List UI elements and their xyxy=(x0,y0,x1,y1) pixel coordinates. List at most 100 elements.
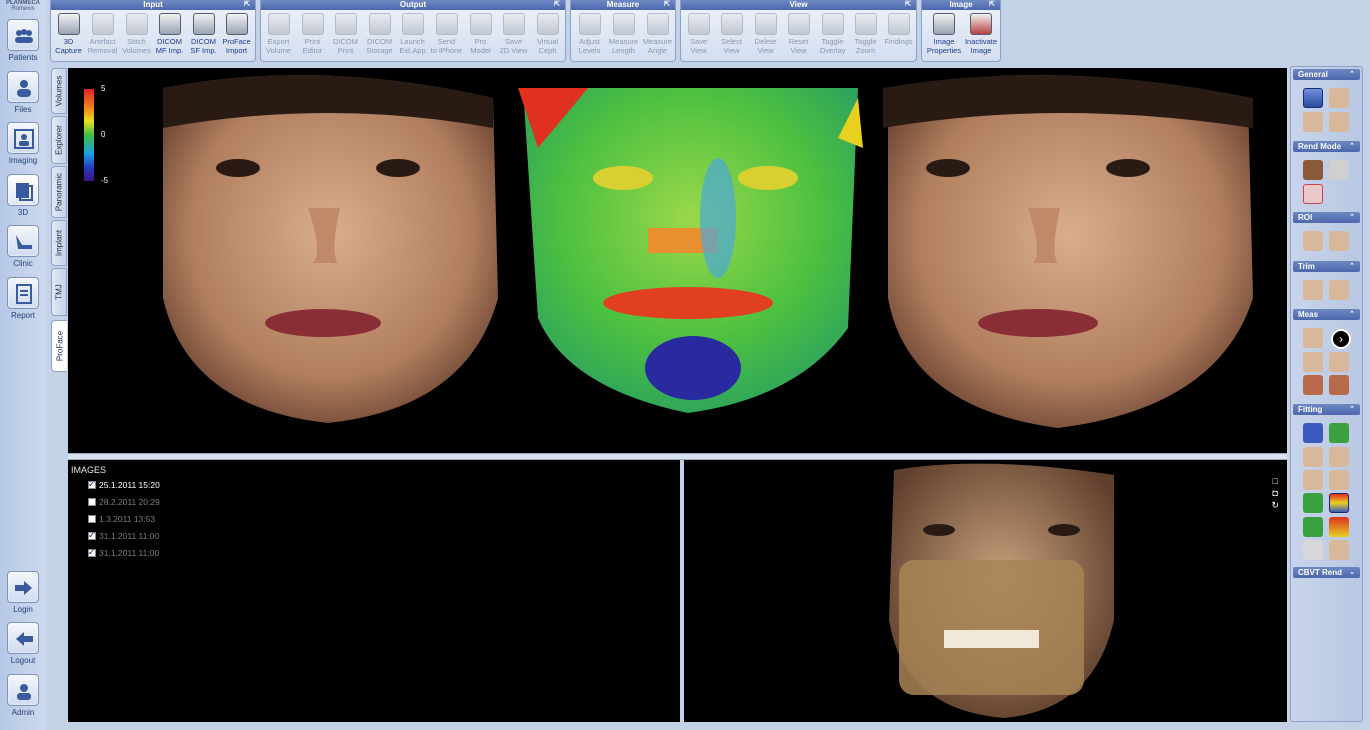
nav-logout-button[interactable]: Logout xyxy=(5,622,41,665)
nav-patients-button[interactable]: Patients xyxy=(5,19,41,62)
image-list-item[interactable]: 31.1.2011 11:00 xyxy=(88,547,159,560)
roi-select-icon[interactable] xyxy=(1329,231,1349,251)
collapse-icon[interactable]: ⌃ xyxy=(1349,212,1355,223)
meas-distance-icon[interactable] xyxy=(1303,352,1323,372)
image-checkbox[interactable] xyxy=(88,515,96,523)
section-trim[interactable]: Trim ⌃ xyxy=(1293,261,1360,272)
tool-dicom-print[interactable]: DICOM Print xyxy=(329,13,362,55)
section-general[interactable]: General ⌃ xyxy=(1293,69,1360,80)
collapse-icon[interactable]: ⌃ xyxy=(1349,261,1355,272)
pin-icon[interactable]: ⇱ xyxy=(905,0,911,10)
image-checkbox[interactable] xyxy=(88,479,96,490)
tool-measure-angle[interactable]: Measure Angle xyxy=(641,13,674,55)
pin-icon[interactable]: ⇱ xyxy=(989,0,995,10)
general-pen-tool-icon[interactable] xyxy=(1329,88,1349,108)
tool-adjust-levels[interactable]: Adjust Levels xyxy=(573,13,606,55)
meas-landmarks-icon[interactable] xyxy=(1303,375,1323,395)
3d-view[interactable]: 5 0 -5 xyxy=(68,68,1287,453)
nav-imaging-button[interactable]: Imaging xyxy=(5,122,41,165)
collapse-icon[interactable]: ⌃ xyxy=(1349,404,1355,415)
fitting-add-green-icon[interactable] xyxy=(1329,423,1349,443)
fitting-color-icon[interactable] xyxy=(1303,493,1323,513)
section-cbvt-rend[interactable]: CBVT Rend ⌄ xyxy=(1293,567,1360,578)
tool-toggle-overlay[interactable]: Toggle Overlay xyxy=(816,13,849,55)
tool-virtual-ceph[interactable]: Virtual Ceph xyxy=(531,13,564,55)
tool-proface-import[interactable]: ProFace Import xyxy=(220,13,253,55)
fitting-overlay-icon[interactable] xyxy=(1303,470,1323,490)
tool-inactivate-image[interactable]: Inactivate Image xyxy=(962,13,1000,55)
tool-export-volume[interactable]: Export Volume xyxy=(262,13,295,55)
tool-save-view[interactable]: Save View xyxy=(682,13,715,55)
tool-toggle-zoom[interactable]: Toggle Zoom xyxy=(849,13,882,55)
roi-face-icon[interactable] xyxy=(1303,231,1323,251)
image-list-item[interactable]: 25.1.2011 15:20 xyxy=(88,479,160,492)
collapse-icon[interactable]: ⌃ xyxy=(1349,309,1355,320)
tool-dicom-storage[interactable]: DICOM Storage xyxy=(363,13,396,55)
fitting-heatmap-icon[interactable] xyxy=(1329,493,1349,513)
section-fitting[interactable]: Fitting ⌃ xyxy=(1293,404,1360,415)
pin-icon[interactable]: ⇱ xyxy=(554,0,560,10)
tab-proface[interactable]: ProFace xyxy=(51,320,67,372)
rotate-icon[interactable]: ↻ xyxy=(1271,499,1279,511)
preview-panel[interactable]: □ ◘ ↻ xyxy=(684,460,1287,722)
tab-panoramic[interactable]: Panoramic xyxy=(51,166,67,218)
tool-dicom-mf-import[interactable]: DICOM MF Imp. xyxy=(153,13,186,55)
general-compare-tool-icon[interactable] xyxy=(1329,112,1349,132)
tool-reset-view[interactable]: Reset View xyxy=(782,13,815,55)
nav-login-button[interactable]: Login xyxy=(5,571,41,614)
tool-artefact-removal[interactable]: Artefact Removal xyxy=(86,13,119,55)
image-list-item[interactable]: 1.3.2011 13:53 xyxy=(88,514,155,526)
meas-lines-icon[interactable] xyxy=(1329,375,1349,395)
image-checkbox[interactable] xyxy=(88,530,96,541)
tool-send-to-iphone[interactable]: Send to iPhone xyxy=(430,13,463,55)
nav-report-button[interactable]: Report xyxy=(5,277,41,320)
tab-tmj[interactable]: TMJ xyxy=(51,268,67,316)
tool-stitch-volumes[interactable]: Stitch Volumes xyxy=(120,13,153,55)
fitting-compare-icon[interactable] xyxy=(1303,517,1323,537)
fitting-diff-icon[interactable] xyxy=(1329,517,1349,537)
render-textured-icon[interactable] xyxy=(1303,160,1323,180)
tool-findings[interactable]: Findings xyxy=(882,13,915,46)
image-list-item[interactable]: 28.2.2011 20:29 xyxy=(88,497,160,509)
collapse-icon[interactable]: ⌃ xyxy=(1349,141,1355,152)
fitting-skull-icon[interactable] xyxy=(1303,540,1323,560)
tool-image-properties[interactable]: Image Properties xyxy=(926,13,962,55)
tool-measure-length[interactable]: Measure Length xyxy=(607,13,640,55)
render-surface-icon[interactable] xyxy=(1329,160,1349,180)
tab-implant[interactable]: Implant xyxy=(51,220,67,266)
nav-files-button[interactable]: Files xyxy=(5,71,41,114)
general-face-tool-icon[interactable] xyxy=(1303,88,1323,108)
tool-pro-model[interactable]: Pro Model xyxy=(464,13,497,55)
tab-explorer[interactable]: Explorer xyxy=(51,116,67,164)
camera-icon[interactable]: ◘ xyxy=(1271,487,1279,499)
tool-dicom-sf-import[interactable]: DICOM SF Imp. xyxy=(187,13,220,55)
window-icon[interactable]: □ xyxy=(1271,475,1279,487)
trim-cut-icon[interactable] xyxy=(1329,280,1349,300)
fitting-skull-face-icon[interactable] xyxy=(1329,540,1349,560)
expand-icon[interactable]: ⌄ xyxy=(1349,567,1355,578)
general-add-tool-icon[interactable] xyxy=(1303,112,1323,132)
fitting-align-icon[interactable] xyxy=(1303,447,1323,467)
render-wire-icon[interactable] xyxy=(1303,184,1323,204)
next-arrow-icon[interactable]: › xyxy=(1331,329,1351,349)
image-checkbox[interactable] xyxy=(88,547,96,558)
split-divider[interactable] xyxy=(68,453,1287,460)
tab-volumes[interactable]: Volumes xyxy=(51,68,67,114)
tool-3d-capture[interactable]: 3D Capture xyxy=(52,13,85,55)
tool-launch-ext-app[interactable]: Launch Ext.App xyxy=(396,13,429,55)
section-rend-mode[interactable]: Rend Mode ⌃ xyxy=(1293,141,1360,152)
tool-select-view[interactable]: Select View xyxy=(715,13,748,55)
fitting-pair-icon[interactable] xyxy=(1329,470,1349,490)
section-roi[interactable]: ROI ⌃ xyxy=(1293,212,1360,223)
nav-3d-button[interactable]: 3D xyxy=(5,174,41,217)
image-checkbox[interactable] xyxy=(88,498,96,506)
fitting-add-blue-icon[interactable] xyxy=(1303,423,1323,443)
meas-point-icon[interactable] xyxy=(1303,328,1323,348)
pin-icon[interactable]: ⇱ xyxy=(664,0,670,10)
trim-face-icon[interactable] xyxy=(1303,280,1323,300)
meas-angle-icon[interactable] xyxy=(1329,352,1349,372)
tool-save-2d-view[interactable]: Save 2D View xyxy=(497,13,530,55)
nav-admin-button[interactable]: Admin xyxy=(5,674,41,717)
pin-icon[interactable]: ⇱ xyxy=(244,0,250,10)
collapse-icon[interactable]: ⌃ xyxy=(1349,69,1355,80)
